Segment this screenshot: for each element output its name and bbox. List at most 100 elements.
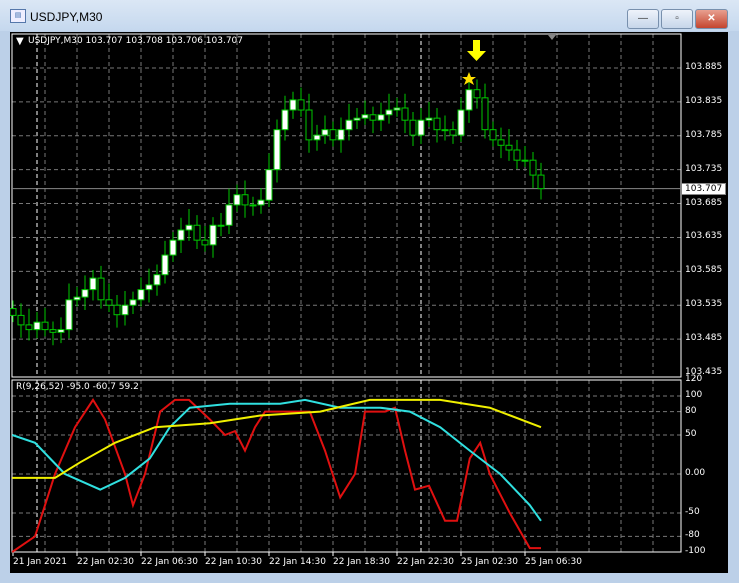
candle-body	[537, 174, 545, 190]
candle-body	[145, 284, 153, 291]
candle-body	[137, 289, 145, 301]
candle-body	[497, 139, 505, 146]
candle-body	[457, 109, 465, 136]
candle-body	[121, 304, 129, 316]
oscillator-tick-label: -100	[685, 546, 706, 556]
price-tick-label: 103.885	[685, 62, 723, 72]
price-tick-label: 103.635	[685, 231, 723, 242]
chart-canvas[interactable]	[10, 32, 728, 573]
candle-body	[81, 289, 89, 298]
candle-body	[233, 194, 241, 206]
time-label: 22 Jan 02:30	[77, 557, 134, 567]
candle-body	[89, 277, 97, 291]
candle-body	[289, 99, 297, 111]
time-label: 21 Jan 2021	[13, 557, 67, 567]
candle-body	[10, 308, 17, 316]
menu-triangle-icon[interactable]: ▼	[16, 36, 24, 47]
price-tick-label: 103.835	[685, 95, 723, 106]
candle-body	[321, 129, 329, 136]
candle-body	[129, 299, 137, 306]
candle-body	[225, 204, 233, 226]
candle-body	[377, 114, 385, 121]
candle-body	[401, 107, 409, 121]
candle-body	[481, 97, 489, 131]
chart-area[interactable]: ▼ USDJPY,M30 103.707 103.708 103.706 103…	[10, 32, 728, 573]
candle-body	[185, 224, 193, 231]
candle-body	[257, 199, 265, 206]
price-tick-label: 103.735	[685, 163, 723, 174]
candle-body	[161, 254, 169, 276]
candle-body	[465, 89, 473, 111]
candle-body	[369, 114, 377, 121]
candle-body	[489, 129, 497, 141]
candle-body	[73, 296, 81, 301]
candle-body	[449, 129, 457, 136]
candle-body	[273, 129, 281, 171]
down-arrow-icon	[467, 40, 486, 61]
candle-body	[393, 107, 401, 111]
oscillator-tick-label: 120	[685, 374, 703, 385]
candle-body	[249, 204, 257, 207]
time-label: 22 Jan 10:30	[205, 557, 262, 567]
oscillator-header: R(9,26,52) -95.0 -60.7 59.2	[16, 382, 139, 392]
main-panel-border	[11, 33, 682, 378]
candle-body	[441, 129, 449, 132]
oscillator-tick-label: -50	[685, 507, 700, 517]
candle-body	[201, 239, 209, 246]
candle-body	[513, 149, 521, 161]
candle-body	[25, 324, 33, 331]
candle-body	[337, 129, 345, 141]
price-tick-label: 103.585	[685, 265, 723, 276]
oscillator-tick-label: 0.00	[685, 468, 706, 478]
candle-body	[433, 117, 441, 131]
time-label: 22 Jan 22:30	[397, 557, 454, 567]
candle-body	[209, 224, 217, 246]
candle-body	[385, 109, 393, 116]
window-title: USDJPY,M30	[30, 10, 103, 24]
candle-body	[49, 329, 57, 333]
candle-body	[241, 194, 249, 206]
candle-body	[473, 89, 481, 99]
candle-body	[33, 321, 41, 331]
close-button[interactable]: ✕	[695, 9, 728, 29]
candle-body	[113, 304, 121, 316]
candle-body	[305, 109, 313, 141]
candle-body	[217, 224, 225, 227]
candle-body	[409, 119, 417, 136]
time-label: 25 Jan 06:30	[525, 557, 582, 567]
price-tick-label: 103.685	[685, 197, 723, 208]
candle-body	[41, 321, 49, 331]
chart-window-icon: ▤	[10, 9, 26, 23]
candle-body	[193, 224, 201, 241]
candle-body	[313, 134, 321, 141]
chart-header: USDJPY,M30 103.707 103.708 103.706 103.7…	[28, 36, 244, 46]
current-price-label: 103.707	[681, 182, 727, 195]
candle-body	[57, 329, 65, 333]
candle-body	[177, 229, 185, 241]
candle-body	[529, 159, 537, 176]
oscillator-line-red	[11, 398, 541, 553]
candle-body	[153, 274, 161, 286]
price-tick-label: 103.485	[685, 333, 723, 344]
candle-body	[345, 119, 353, 131]
candle-body	[17, 314, 25, 326]
oscillator-tick-label: 80	[685, 405, 697, 416]
candle-body	[505, 144, 513, 151]
minimize-button[interactable]: —	[627, 9, 659, 29]
price-tick-label: 103.535	[685, 299, 723, 310]
price-tick-label: 103.785	[685, 129, 723, 140]
oscillator-tick-label: 50	[685, 429, 697, 439]
candle-body	[265, 169, 273, 201]
candle-body	[353, 117, 361, 121]
candle-body	[329, 129, 337, 141]
candle-body	[65, 299, 73, 331]
shift-marker-icon	[548, 35, 556, 40]
candle-body	[417, 119, 425, 136]
candle-body	[521, 159, 529, 162]
oscillator-tick-label: -80	[685, 530, 700, 541]
maximize-button[interactable]: ▫	[661, 9, 693, 29]
oscillator-tick-label: 100	[685, 390, 703, 400]
time-label: 25 Jan 02:30	[461, 557, 518, 567]
candle-body	[97, 277, 105, 301]
time-label: 22 Jan 06:30	[141, 557, 198, 567]
